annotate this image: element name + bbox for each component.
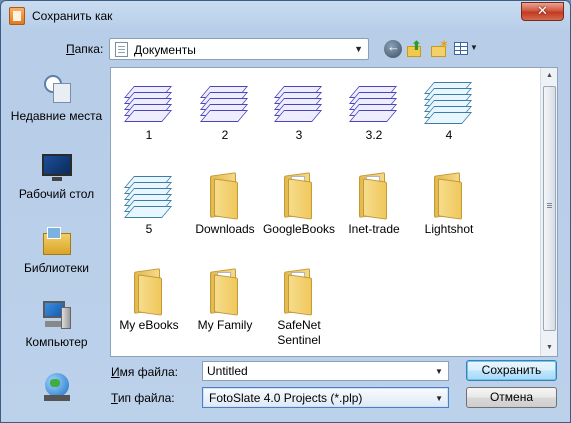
- file-label: 3.2: [365, 128, 383, 142]
- folder-label: Downloads: [195, 222, 255, 236]
- save-button[interactable]: Сохранить: [466, 360, 557, 381]
- place-desktop[interactable]: Рабочий стол: [9, 151, 104, 202]
- filename-input[interactable]: [202, 361, 449, 381]
- file-label: 2: [221, 128, 229, 142]
- scrollbar-thumb[interactable]: [543, 86, 556, 331]
- recent-places-icon: [41, 73, 73, 105]
- place-libraries[interactable]: Библиотеки: [9, 225, 104, 276]
- file-list[interactable]: 1 2 3 3.2 4 5 Downloads GoogleBooks Inet…: [110, 67, 558, 357]
- folder-item[interactable]: Inet-trade: [336, 172, 412, 237]
- folder-label: Lightshot: [424, 222, 474, 236]
- up-folder-icon[interactable]: ⬆: [407, 38, 425, 58]
- stack-icon: [348, 78, 398, 124]
- save-as-dialog: Сохранить как ✕ Папка: Документы ▼ ⬆ ✶ ▼…: [0, 0, 571, 423]
- place-computer[interactable]: Компьютер: [9, 299, 104, 350]
- stack-blue-icon: [423, 78, 473, 124]
- folder-label: GoogleBooks: [262, 222, 336, 236]
- folder-item[interactable]: SafeNet Sentinel: [261, 268, 337, 348]
- network-icon: [41, 371, 73, 403]
- folder-item[interactable]: My Family: [187, 268, 263, 333]
- desktop-icon: [41, 151, 73, 183]
- folder-icon: [429, 172, 469, 220]
- app-icon: [9, 7, 25, 25]
- folder-item[interactable]: Downloads: [187, 172, 263, 237]
- file-item[interactable]: 1: [111, 78, 187, 143]
- file-label: 1: [145, 128, 153, 142]
- file-label: 5: [145, 222, 153, 236]
- chevron-down-icon[interactable]: ▼: [435, 367, 443, 376]
- place-label: Рабочий стол: [18, 187, 95, 201]
- close-button[interactable]: ✕: [521, 2, 564, 21]
- place-network[interactable]: [9, 371, 104, 403]
- folder-icon: [354, 172, 394, 220]
- folder-item[interactable]: Lightshot: [411, 172, 487, 237]
- libraries-icon: [41, 225, 73, 257]
- filetype-select[interactable]: FotoSlate 4.0 Projects (*.plp) ▼: [202, 387, 449, 408]
- place-label: Недавние места: [10, 109, 103, 123]
- folder-icon: [279, 268, 319, 316]
- computer-icon: [41, 299, 73, 331]
- folder-label: SafeNet Sentinel: [277, 318, 321, 347]
- file-item[interactable]: 3.2: [336, 78, 412, 143]
- places-bar: Недавние места Рабочий стол Библиотеки К…: [9, 67, 104, 417]
- folder-icon: [205, 172, 245, 220]
- folder-value: Документы: [134, 43, 196, 57]
- dialog-title: Сохранить как: [32, 9, 113, 23]
- folder-item[interactable]: GoogleBooks: [261, 172, 337, 237]
- folder-icon: [279, 172, 319, 220]
- file-label: 4: [445, 128, 453, 142]
- scroll-down-icon[interactable]: ▼: [542, 340, 557, 356]
- vertical-scrollbar[interactable]: ▲ ▼: [540, 68, 557, 356]
- folder-icon: [205, 268, 245, 316]
- cancel-button[interactable]: Отмена: [466, 387, 557, 408]
- filetype-value: FotoSlate 4.0 Projects (*.plp): [209, 391, 363, 405]
- folder-item[interactable]: My eBooks: [111, 268, 187, 333]
- documents-icon: [115, 42, 128, 57]
- scroll-up-icon[interactable]: ▲: [542, 68, 557, 84]
- stack-blue-icon: [123, 172, 173, 218]
- folder-label: Папка:: [66, 42, 104, 56]
- folder-icon: [129, 268, 169, 316]
- chevron-down-icon: ▼: [435, 394, 443, 403]
- title-bar[interactable]: Сохранить как ✕: [1, 1, 570, 31]
- file-item[interactable]: 5: [111, 172, 187, 237]
- file-label: 3: [295, 128, 303, 142]
- folder-dropdown[interactable]: Документы ▼: [109, 38, 369, 60]
- stack-icon: [123, 78, 173, 124]
- place-label: Компьютер: [25, 335, 88, 349]
- file-item[interactable]: 4: [411, 78, 487, 143]
- back-icon[interactable]: [384, 39, 402, 58]
- filename-label: Имя файла:: [111, 365, 178, 379]
- file-item[interactable]: 2: [187, 78, 263, 143]
- place-label: Библиотеки: [23, 261, 89, 275]
- folder-label: My eBooks: [119, 318, 179, 332]
- folder-label: My Family: [197, 318, 253, 332]
- chevron-down-icon: ▼: [354, 44, 363, 54]
- folder-label: Inet-trade: [348, 222, 400, 236]
- stack-icon: [273, 78, 323, 124]
- file-item[interactable]: 3: [261, 78, 337, 143]
- views-menu-icon[interactable]: ▼: [453, 40, 479, 58]
- new-folder-icon[interactable]: ✶: [430, 37, 449, 58]
- stack-icon: [199, 78, 249, 124]
- place-recent[interactable]: Недавние места: [9, 73, 104, 124]
- filetype-label: Тип файла:: [111, 391, 175, 405]
